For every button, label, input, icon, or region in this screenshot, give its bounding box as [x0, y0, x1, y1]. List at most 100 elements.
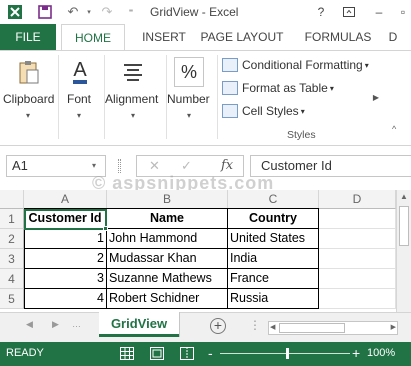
row-header-2[interactable]: 2: [0, 229, 24, 249]
next-sheet-icon[interactable]: ▶: [52, 319, 59, 330]
name-box[interactable]: A1: [6, 155, 106, 177]
chevron-down-icon: ▾: [329, 83, 334, 93]
window-title: GridView - Excel: [150, 5, 239, 19]
vertical-scroll-thumb[interactable]: [399, 206, 409, 246]
cell-a2[interactable]: 1: [24, 229, 107, 249]
cell-a3[interactable]: 2: [24, 249, 107, 269]
cell-d3[interactable]: [319, 249, 396, 269]
column-header-a[interactable]: A: [24, 190, 107, 209]
minimize-icon[interactable]: –: [370, 4, 388, 20]
cell-d2[interactable]: [319, 229, 396, 249]
font-color-icon: A: [65, 57, 95, 87]
fill-handle[interactable]: [103, 226, 108, 231]
tab-home[interactable]: HOME: [61, 24, 125, 52]
select-all-corner[interactable]: [0, 190, 24, 209]
undo-icon[interactable]: ↶: [64, 3, 82, 21]
cell-styles-icon: [222, 104, 238, 118]
group-divider: [217, 55, 218, 139]
insert-function-icon[interactable]: fx: [221, 158, 233, 173]
horizontal-scroll-thumb[interactable]: [279, 323, 345, 333]
cell-a4[interactable]: 3: [24, 269, 107, 289]
save-icon[interactable]: [36, 3, 54, 21]
scroll-left-icon[interactable]: ◀: [270, 323, 275, 331]
zoom-level[interactable]: 100%: [367, 347, 395, 359]
cell-c2[interactable]: United States: [228, 229, 319, 249]
horizontal-scrollbar[interactable]: ◀ ▶: [268, 321, 398, 335]
row-header-3[interactable]: 3: [0, 249, 24, 269]
tab-page-layout[interactable]: PAGE LAYOUT: [200, 24, 284, 51]
zoom-slider[interactable]: [220, 353, 350, 354]
more-sheets-icon[interactable]: …: [72, 319, 81, 329]
page-layout-view-icon[interactable]: [150, 347, 164, 360]
cell-d1[interactable]: [319, 209, 396, 229]
cell-b2[interactable]: John Hammond: [107, 229, 228, 249]
normal-view-icon[interactable]: [120, 347, 134, 360]
enter-icon[interactable]: ✓: [181, 158, 192, 174]
tab-formulas[interactable]: FORMULAS: [300, 24, 376, 51]
restore-icon[interactable]: ▫: [394, 4, 411, 20]
column-header-d[interactable]: D: [319, 190, 396, 209]
zoom-out-icon[interactable]: -: [208, 345, 213, 361]
ribbon-display-options-icon[interactable]: [340, 4, 358, 20]
font-group[interactable]: A Font ▾: [59, 51, 103, 145]
cancel-icon[interactable]: ✕: [149, 158, 160, 174]
cell-c3[interactable]: India: [228, 249, 319, 269]
tab-split-handle-icon[interactable]: ⋮: [249, 318, 261, 332]
redo-icon[interactable]: ↷: [98, 3, 116, 21]
scroll-up-icon[interactable]: ▲: [400, 192, 408, 201]
tab-insert[interactable]: INSERT: [138, 24, 190, 51]
cell-a5[interactable]: 4: [24, 289, 107, 309]
customize-toolbar-icon[interactable]: ⁼: [124, 3, 138, 21]
clipboard-label: Clipboard: [3, 92, 55, 106]
vertical-scrollbar[interactable]: ▲: [396, 190, 411, 312]
format-as-table-icon: [222, 81, 238, 95]
resize-handle-icon[interactable]: [118, 159, 121, 173]
sheet-tab-bar: ◀ ▶ … GridView + ⋮ ◀ ▶: [0, 312, 411, 342]
row-header-1[interactable]: 1: [0, 209, 24, 229]
chevron-down-icon: ▾: [77, 111, 82, 120]
previous-sheet-icon[interactable]: ◀: [26, 319, 33, 330]
conditional-formatting-label: Conditional Formatting: [242, 58, 363, 72]
add-sheet-icon[interactable]: +: [210, 318, 226, 334]
collapse-ribbon-icon[interactable]: ^: [392, 124, 396, 134]
cell-c5[interactable]: Russia: [228, 289, 319, 309]
undo-dropdown-icon[interactable]: ▾: [84, 3, 94, 21]
cell-b1[interactable]: Name: [107, 209, 228, 229]
number-group[interactable]: % Number ▾: [167, 51, 217, 145]
column-header-c[interactable]: C: [228, 190, 319, 209]
page-break-preview-icon[interactable]: [180, 347, 194, 360]
title-bar: ↶ ▾ ↷ ⁼ GridView - Excel ? – ▫: [0, 0, 411, 24]
cell-b4[interactable]: Suzanne Mathews: [107, 269, 228, 289]
cell-styles-label: Cell Styles: [242, 104, 299, 118]
table-top-border: [24, 208, 319, 209]
ribbon-scroll-right-icon[interactable]: ▶: [370, 50, 382, 144]
scroll-right-icon[interactable]: ▶: [391, 323, 396, 331]
cell-b3[interactable]: Mudassar Khan: [107, 249, 228, 269]
styles-group-label: Styles: [287, 129, 316, 141]
cell-b5[interactable]: Robert Schidner: [107, 289, 228, 309]
column-header-b[interactable]: B: [107, 190, 228, 209]
cell-d4[interactable]: [319, 269, 396, 289]
chevron-down-icon[interactable]: ▾: [92, 161, 96, 170]
conditional-formatting-button[interactable]: Conditional Formatting ▾: [222, 55, 369, 75]
tab-data[interactable]: D: [386, 24, 400, 51]
zoom-slider-thumb[interactable]: [286, 348, 289, 359]
zoom-in-icon[interactable]: +: [352, 345, 360, 361]
cell-styles-button[interactable]: Cell Styles ▾: [222, 101, 305, 121]
cell-c1[interactable]: Country: [228, 209, 319, 229]
cell-c4[interactable]: France: [228, 269, 319, 289]
row-header-4[interactable]: 4: [0, 269, 24, 289]
row-header-5[interactable]: 5: [0, 289, 24, 309]
format-as-table-button[interactable]: Format as Table ▾: [222, 78, 334, 98]
clipboard-group[interactable]: Clipboard ▾: [0, 51, 58, 145]
help-icon[interactable]: ?: [312, 4, 330, 20]
cell-a1[interactable]: Customer Id: [24, 209, 107, 229]
cell-d5[interactable]: [319, 289, 396, 309]
sheet-tab-gridview[interactable]: GridView: [99, 312, 179, 337]
alignment-icon: [118, 57, 148, 87]
chevron-down-icon: ▾: [187, 111, 192, 120]
tab-file[interactable]: FILE: [0, 24, 56, 51]
ribbon: Clipboard ▾ A Font ▾ Alignment ▾ % Numbe…: [0, 50, 411, 146]
excel-logo-icon[interactable]: [6, 3, 24, 21]
alignment-group[interactable]: Alignment ▾: [105, 51, 165, 145]
